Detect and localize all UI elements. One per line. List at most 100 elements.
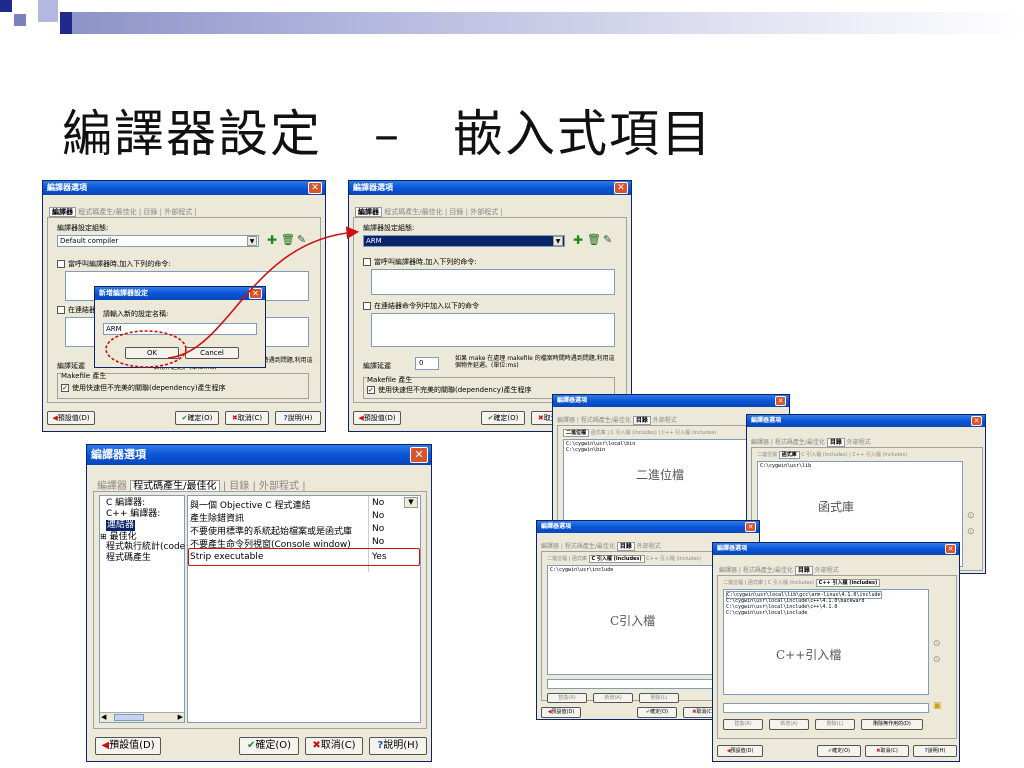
default-button[interactable]: ◀預設值(D) — [95, 737, 161, 755]
tab-codegen[interactable]: 程式碼產生/最佳化 — [775, 439, 825, 446]
tree-item-codegen[interactable]: 程式碼產生 — [106, 553, 151, 564]
tree-hscrollbar[interactable]: ◀ ▶ — [100, 712, 184, 722]
subtab-binaries[interactable]: 二進位檔 — [563, 429, 590, 437]
subtab-cpp-includes[interactable]: C++ 引入檔 (includes) — [815, 579, 881, 587]
plus-icon[interactable]: ⊞ — [100, 532, 107, 541]
tab-dirs[interactable]: 目錄 — [794, 566, 813, 575]
tab-ext[interactable]: 外部程式 — [815, 567, 839, 574]
scroll-left-icon[interactable]: ◀ — [101, 713, 106, 721]
tab-ext[interactable]: 外部程式 — [653, 417, 677, 424]
subtab-libraries[interactable]: 函式庫 — [591, 430, 606, 436]
move-up-icon[interactable]: ⊙ — [967, 511, 975, 521]
move-up-icon[interactable]: ⊙ — [933, 639, 941, 649]
tab-compiler[interactable]: 編譯器 — [541, 543, 559, 550]
subtab-c-includes[interactable]: C 引入檔 (includes) — [611, 430, 657, 436]
compile-cmd-checkbox[interactable]: 當呼叫編譯器時,加入下列的命令: — [363, 257, 477, 267]
close-icon[interactable]: ✕ — [745, 522, 756, 532]
subtab-libraries[interactable]: 函式庫 — [748, 580, 763, 586]
tab-codegen[interactable]: 程式碼產生/最佳化 — [743, 567, 793, 574]
option-row-value[interactable]: No — [372, 524, 384, 534]
subtab-cpp-includes[interactable]: C++ 引入檔 (includes) — [662, 430, 717, 436]
path-item[interactable]: C:\cygwin\usr\local\include — [726, 610, 807, 616]
tab-compiler[interactable]: 編譯器 — [355, 207, 382, 217]
subtab-binaries[interactable]: 二進位檔 — [547, 556, 567, 562]
chevron-down-icon[interactable]: ▼ — [553, 236, 563, 246]
subtab-c-includes[interactable]: C 引入檔 (includes) — [768, 580, 814, 586]
close-icon[interactable]: ✕ — [971, 416, 982, 426]
browse-folder-icon[interactable]: ▣ — [933, 701, 942, 711]
new-set-name-input[interactable]: ARM — [103, 323, 257, 335]
replace-button[interactable]: 替換(R) — [547, 693, 587, 703]
tree-item-c-compiler[interactable]: C 編譯器: — [106, 498, 145, 509]
rename-set-icon[interactable]: ✎ — [297, 233, 306, 246]
tree-item-linker[interactable]: 連結器 — [106, 520, 136, 531]
chevron-down-icon[interactable]: ▼ — [247, 236, 257, 246]
tab-compiler[interactable]: 編譯器 — [751, 439, 769, 446]
subtab-cpp-includes[interactable]: C++ 引入檔 (includes) — [646, 556, 701, 562]
tab-codegen[interactable]: 程式碼產生/最佳化 — [565, 543, 615, 550]
close-icon[interactable]: ✕ — [775, 396, 786, 406]
subtab-c-includes[interactable]: C 引入檔 (includes) — [801, 452, 847, 458]
option-row-value[interactable]: No — [372, 511, 384, 521]
add-set-icon[interactable]: ✚ — [267, 233, 277, 247]
option-row-value[interactable]: No — [372, 537, 384, 547]
tab-dirs[interactable]: 目錄 — [143, 208, 157, 216]
ok-button[interactable]: ✔確定(O) — [175, 411, 219, 425]
path-item[interactable]: C:\cygwin\bin — [566, 447, 605, 453]
makefile-checkbox[interactable]: ✓ 使用快速但不完美的關聯(dependency)產生程序 — [367, 385, 532, 395]
compile-cmd-textarea[interactable] — [371, 269, 615, 295]
close-icon[interactable]: ✕ — [308, 182, 322, 194]
tab-codegen[interactable]: 程式碼產生/最佳化 — [78, 208, 136, 216]
tree-item-profiling[interactable]: 程式執行統計(code — [106, 542, 185, 553]
tab-compiler[interactable]: 編譯器 — [557, 417, 575, 424]
move-down-icon[interactable]: ⊙ — [967, 527, 975, 537]
chevron-down-icon[interactable]: ▼ — [404, 497, 418, 508]
option-row-value[interactable]: No — [372, 498, 384, 508]
ok-button[interactable]: ✔確定(O) — [817, 745, 861, 757]
add-button[interactable]: 新增(A) — [769, 719, 809, 730]
close-icon[interactable]: ✕ — [249, 288, 262, 299]
close-icon[interactable]: ✕ — [945, 544, 956, 554]
tab-dirs[interactable]: 目錄 — [616, 542, 635, 551]
cancel-button[interactable]: ✖取消(C) — [865, 745, 909, 757]
replace-button[interactable]: 替換(R) — [723, 719, 763, 730]
subtab-libraries[interactable]: 函式庫 — [778, 451, 800, 459]
tab-ext[interactable]: 外部程式 — [847, 439, 871, 446]
scroll-right-icon[interactable]: ▶ — [178, 713, 183, 721]
cancel-button[interactable]: ✖取消(C) — [305, 737, 363, 755]
path-list[interactable]: C:\cygwin\usr\local\lib\gcc\arm-linux\4.… — [723, 589, 929, 695]
subtab-c-includes[interactable]: C 引入檔 (includes) — [588, 555, 645, 563]
compile-cmd-checkbox[interactable]: 當呼叫編譯器時,加入下列的命令: — [57, 259, 171, 269]
delete-set-icon[interactable]: 🗑 — [587, 233, 601, 246]
default-button[interactable]: ◀預設值(D) — [47, 411, 95, 425]
subtab-binaries[interactable]: 二進位檔 — [723, 580, 743, 586]
ok-button[interactable]: ✔確定(O) — [637, 707, 677, 718]
tree-item-cpp-compiler[interactable]: C++ 編譯器: — [106, 509, 160, 520]
close-icon[interactable]: ✕ — [614, 182, 628, 194]
compiler-set-select[interactable]: ARM ▼ — [363, 235, 565, 247]
help-button[interactable]: ?說明(H) — [369, 737, 427, 755]
ok-button[interactable]: ✔確定(O) — [239, 737, 299, 755]
ok-button[interactable]: ✔確定(O) — [481, 411, 525, 425]
path-input[interactable] — [723, 703, 929, 713]
tab-ext[interactable]: 外部程式 — [164, 208, 192, 216]
tab-dirs[interactable]: 目錄 — [826, 438, 845, 447]
delete-invalid-button[interactable]: 刪除無作用的(D) — [861, 719, 923, 730]
scroll-thumb[interactable] — [114, 714, 144, 721]
delete-button[interactable]: 刪除(L) — [639, 693, 679, 703]
path-item[interactable]: C:\cygwin\usr\lib — [760, 463, 811, 469]
default-button[interactable]: ◀預設值(D) — [717, 745, 763, 757]
tab-dirs[interactable]: 目錄 — [449, 208, 463, 216]
add-button[interactable]: 新增(A) — [593, 693, 633, 703]
default-button[interactable]: ◀預設值(D) — [541, 707, 581, 718]
makefile-checkbox[interactable]: ✓ 使用快速但不完美的關聯(dependency)產生程序 — [61, 383, 226, 393]
delete-set-icon[interactable]: 🗑 — [281, 233, 295, 246]
subtab-binaries[interactable]: 二進位檔 — [757, 452, 777, 458]
add-set-icon[interactable]: ✚ — [573, 233, 583, 247]
tab-codegen[interactable]: 程式碼產生/最佳化 — [581, 417, 631, 424]
delete-button[interactable]: 刪除(L) — [815, 719, 855, 730]
compiler-set-select[interactable]: Default compiler ▼ — [57, 235, 259, 247]
help-button[interactable]: ?說明(H) — [913, 745, 957, 757]
tab-ext[interactable]: 外部程式 — [637, 543, 661, 550]
tab-dirs[interactable]: 目錄 — [632, 416, 651, 425]
